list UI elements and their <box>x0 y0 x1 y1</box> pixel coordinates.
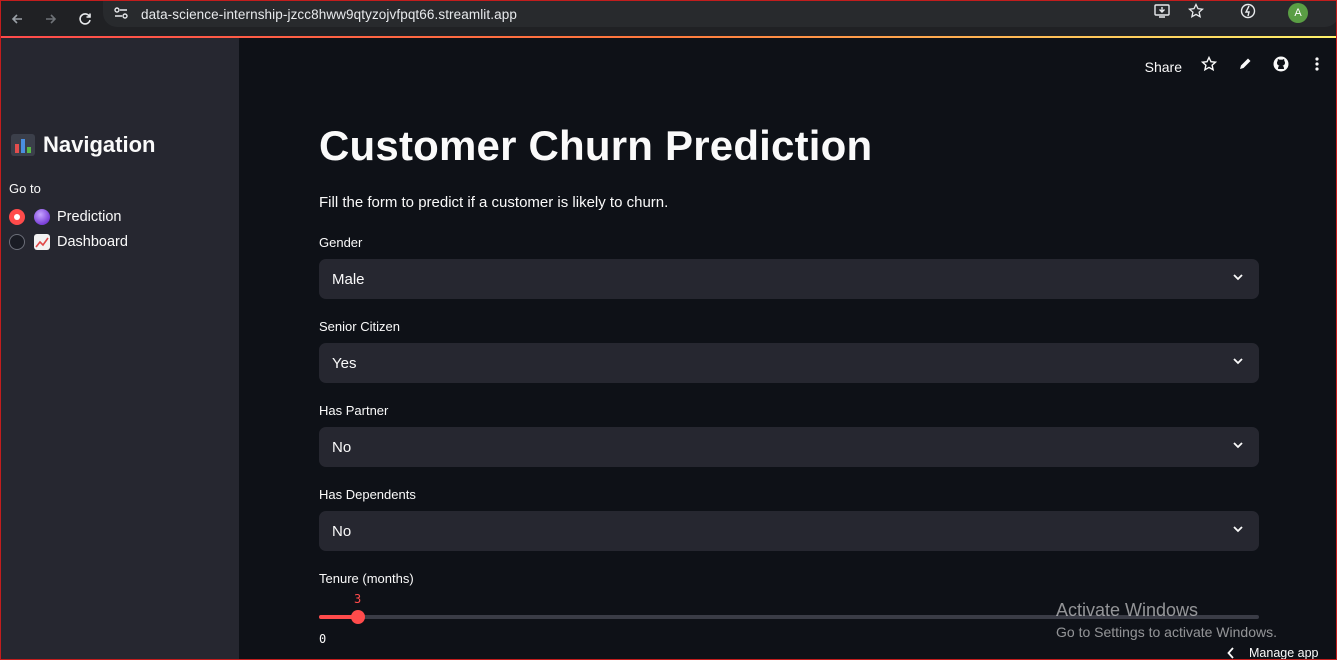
chevron-down-icon <box>1231 354 1245 372</box>
select-value: Male <box>332 270 365 288</box>
trend-up-icon <box>34 234 50 250</box>
site-info-icon[interactable] <box>113 6 131 23</box>
senior-citizen-label: Senior Citizen <box>319 319 400 334</box>
tenure-slider-min: 0 <box>319 632 327 646</box>
activate-subtitle: Go to Settings to activate Windows. <box>1056 624 1277 640</box>
star-icon[interactable] <box>1200 55 1218 77</box>
forward-icon[interactable] <box>39 7 63 31</box>
radio-label: Dashboard <box>57 234 128 250</box>
chevron-down-icon <box>1231 438 1245 456</box>
activate-title: Activate Windows <box>1056 600 1199 620</box>
radio-option-prediction[interactable]: Prediction <box>9 209 121 225</box>
browser-toolbar: data-science-internship-jzcc8hww9qtyzojv… <box>1 0 1336 37</box>
extension-icon[interactable] <box>1238 3 1258 23</box>
goto-label: Go to <box>9 181 41 196</box>
radio-option-dashboard[interactable]: Dashboard <box>9 234 128 250</box>
page-title: Customer Churn Prediction <box>319 122 873 169</box>
crystal-ball-icon <box>34 209 50 225</box>
senior-citizen-select[interactable]: Yes <box>319 343 1259 383</box>
has-dependents-select[interactable]: No <box>319 511 1259 551</box>
manage-app-label: Manage app <box>1249 646 1319 660</box>
chevron-down-icon <box>1231 270 1245 288</box>
url-text[interactable]: data-science-internship-jzcc8hww9qtyzojv… <box>141 7 517 22</box>
has-dependents-label: Has Dependents <box>319 487 416 502</box>
select-value: No <box>332 522 352 540</box>
radio-button[interactable] <box>9 234 25 250</box>
chevron-down-icon <box>1231 522 1245 540</box>
app-window: data-science-internship-jzcc8hww9qtyzojv… <box>0 0 1337 660</box>
sidebar: Navigation Go to Prediction Dashboard <box>1 38 239 659</box>
gender-label: Gender <box>319 235 363 250</box>
select-value: No <box>332 438 352 456</box>
tenure-slider-value: 3 <box>354 592 362 606</box>
install-app-icon[interactable] <box>1152 4 1172 22</box>
page-description: Fill the form to predict if a customer i… <box>319 194 669 211</box>
gender-select[interactable]: Male <box>319 259 1259 299</box>
more-vertical-icon[interactable] <box>1308 56 1326 77</box>
select-value: Yes <box>332 354 357 372</box>
bar-chart-icon <box>11 134 35 156</box>
share-button[interactable]: Share <box>1145 59 1182 75</box>
profile-avatar[interactable]: A <box>1288 3 1308 23</box>
activate-windows-watermark: Activate Windows Go to Settings to activ… <box>1056 600 1277 640</box>
sidebar-title: Navigation <box>11 132 155 158</box>
has-partner-select[interactable]: No <box>319 427 1259 467</box>
pencil-icon[interactable] <box>1236 57 1254 76</box>
app-toolbar: Share <box>1145 55 1326 77</box>
bookmark-star-icon[interactable] <box>1186 2 1206 23</box>
back-icon[interactable] <box>5 7 29 31</box>
has-partner-label: Has Partner <box>319 403 389 418</box>
reload-icon[interactable] <box>73 7 97 31</box>
radio-label: Prediction <box>57 209 122 225</box>
github-icon[interactable] <box>1272 56 1290 77</box>
slider-thumb[interactable] <box>351 610 365 624</box>
manage-app-button[interactable]: Manage app <box>1227 646 1319 660</box>
main-content: Share Customer Churn Prediction Fill the… <box>239 38 1336 659</box>
radio-button-checked[interactable] <box>9 209 25 225</box>
chevron-left-icon <box>1227 647 1234 659</box>
sidebar-title-text: Navigation <box>43 132 156 157</box>
tenure-label: Tenure (months) <box>319 571 414 586</box>
